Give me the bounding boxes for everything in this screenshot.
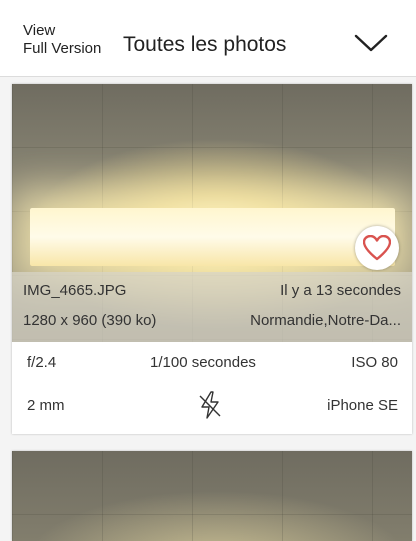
iso: ISO 80 — [351, 354, 398, 371]
photo-info-overlay: IMG_4665.JPG Il y a 13 secondes 1280 x 9… — [12, 272, 412, 342]
view-full-line2: Full Version — [23, 40, 102, 57]
photo-thumbnail[interactable]: IMG_4665.JPG Il y a 13 secondes 1280 x 9… — [12, 84, 412, 342]
dimensions: 1280 x 960 (390 ko) — [23, 312, 157, 329]
chevron-down-icon[interactable] — [351, 30, 391, 56]
view-full-version-link[interactable]: View Full Version — [23, 22, 101, 58]
shutter-speed: 1/100 secondes — [150, 354, 256, 371]
filename: IMG_4665.JPG — [23, 282, 127, 299]
location: Normandie,Notre-Da... — [250, 312, 401, 329]
time-ago: Il y a 13 secondes — [280, 282, 401, 299]
heart-icon — [363, 235, 391, 261]
aperture: f/2.4 — [27, 354, 57, 371]
album-title[interactable]: Toutes les photos — [123, 33, 286, 57]
focal-length: 2 mm — [27, 397, 65, 414]
ceiling-tiles-next — [12, 451, 412, 541]
view-full-line1: View — [23, 22, 56, 39]
photo-card[interactable]: IMG_4665.JPG Il y a 13 secondes 1280 x 9… — [12, 84, 412, 434]
photo-card-next[interactable] — [12, 451, 412, 541]
top-bar: View Full Version Toutes les photos — [0, 0, 416, 77]
favorite-button[interactable] — [355, 226, 399, 270]
flash-off-icon — [197, 390, 223, 425]
ceiling-light — [30, 208, 395, 266]
exif-panel: f/2.4 1/100 secondes ISO 80 2 mm iPhone … — [12, 342, 412, 434]
device-model: iPhone SE — [327, 397, 398, 414]
